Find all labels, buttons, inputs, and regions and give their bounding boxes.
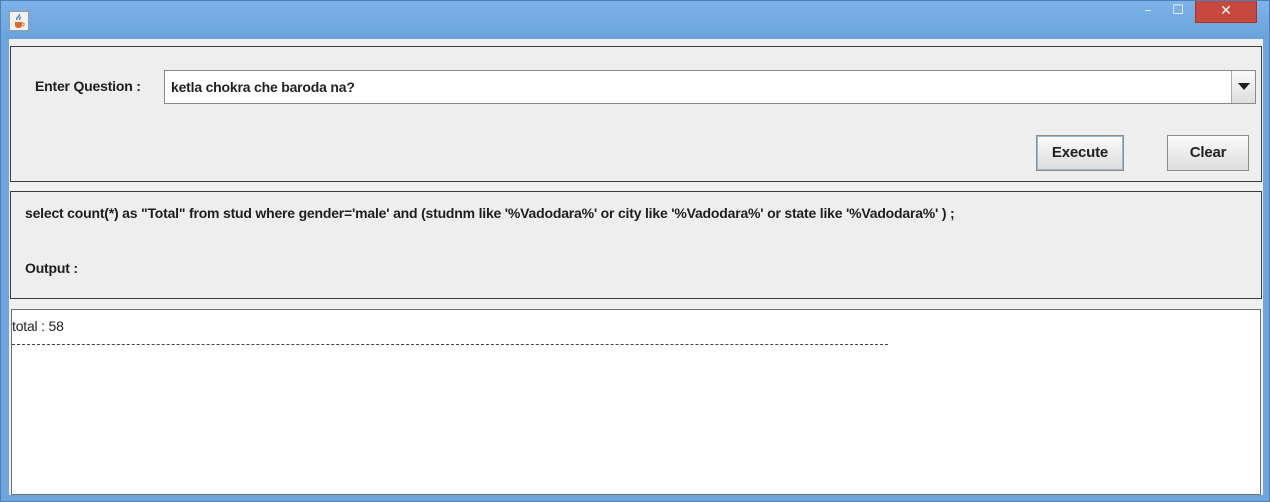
question-combobox[interactable]: ketla chokra che baroda na? (164, 70, 1256, 104)
title-bar[interactable]: – ☐ ✕ (1, 1, 1269, 39)
clear-button[interactable]: Clear (1167, 135, 1249, 171)
app-window: – ☐ ✕ Enter Question : ketla chokra che … (0, 0, 1270, 502)
output-textarea[interactable]: total : 58 (11, 309, 1261, 495)
question-input[interactable]: ketla chokra che baroda na? (171, 79, 355, 95)
query-panel: select count(*) as "Total" from stud whe… (10, 191, 1262, 299)
content-pane: Enter Question : ketla chokra che baroda… (9, 39, 1263, 495)
generated-sql: select count(*) as "Total" from stud whe… (25, 205, 955, 221)
chevron-down-icon[interactable] (1231, 71, 1255, 103)
result-separator (12, 344, 888, 345)
maximize-button[interactable]: ☐ (1163, 1, 1193, 23)
question-panel: Enter Question : ketla chokra che baroda… (10, 46, 1262, 182)
minimize-button[interactable]: – (1133, 1, 1163, 23)
result-text: total : 58 (12, 318, 64, 334)
question-label: Enter Question : (35, 78, 141, 94)
execute-button[interactable]: Execute (1036, 135, 1124, 171)
close-button[interactable]: ✕ (1195, 1, 1257, 23)
output-label: Output : (25, 260, 78, 276)
java-cup-icon[interactable] (9, 11, 29, 31)
